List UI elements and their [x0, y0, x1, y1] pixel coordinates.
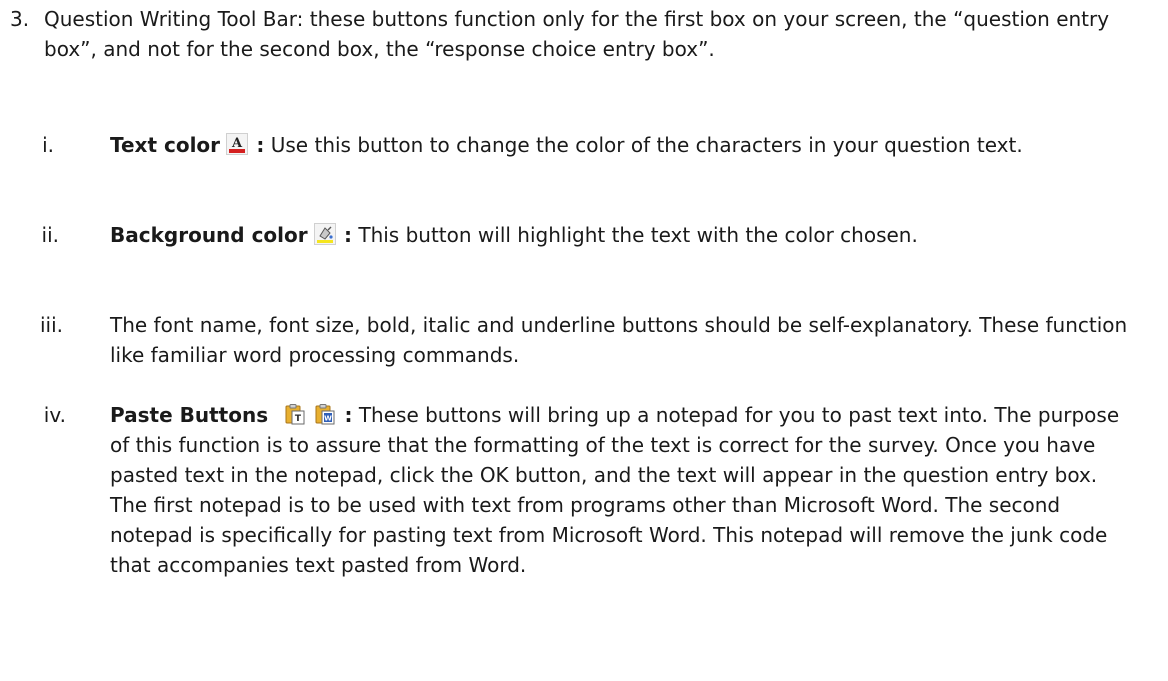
text-color-icon: A: [226, 133, 249, 155]
paste-from-word-icon: W: [314, 403, 336, 425]
document-page: 3. Question Writing Tool Bar: these butt…: [0, 0, 1168, 681]
list-item-body: Background color : This button will high…: [110, 220, 1140, 250]
section-3: 3. Question Writing Tool Bar: these butt…: [10, 4, 1150, 64]
list-numeral: iii.: [39, 313, 63, 337]
background-color-icon: [313, 223, 336, 245]
list-numeral: iv.: [43, 403, 66, 427]
list-item-body: The font name, font size, bold, italic a…: [110, 310, 1140, 370]
section-intro-text: Question Writing Tool Bar: these buttons…: [44, 7, 1110, 61]
item-term: Paste Buttons: [110, 403, 269, 427]
item-description: This button will highlight the text with…: [358, 223, 918, 247]
list-item-body: Text color A : Use this button to change…: [110, 130, 1140, 160]
list-numeral: i.: [42, 133, 54, 157]
item-colon: :: [344, 403, 353, 427]
item-term: Text color: [110, 133, 221, 157]
paste-text-icon: T: [284, 403, 306, 425]
svg-text:W: W: [324, 415, 332, 423]
list-numeral: ii.: [41, 223, 59, 247]
item-colon: :: [344, 223, 352, 247]
svg-text:A: A: [231, 136, 243, 151]
item-term: Background color: [110, 223, 308, 247]
item-description: The font name, font size, bold, italic a…: [110, 313, 1128, 367]
section-number: 3.: [10, 7, 30, 31]
list-item-body: Paste Buttons T W : These buttons will b…: [110, 400, 1140, 580]
item-description: Use this button to change the color of t…: [270, 133, 1023, 157]
item-description: These buttons will bring up a notepad fo…: [110, 403, 1120, 577]
item-colon: :: [256, 133, 265, 157]
svg-text:T: T: [295, 414, 302, 424]
